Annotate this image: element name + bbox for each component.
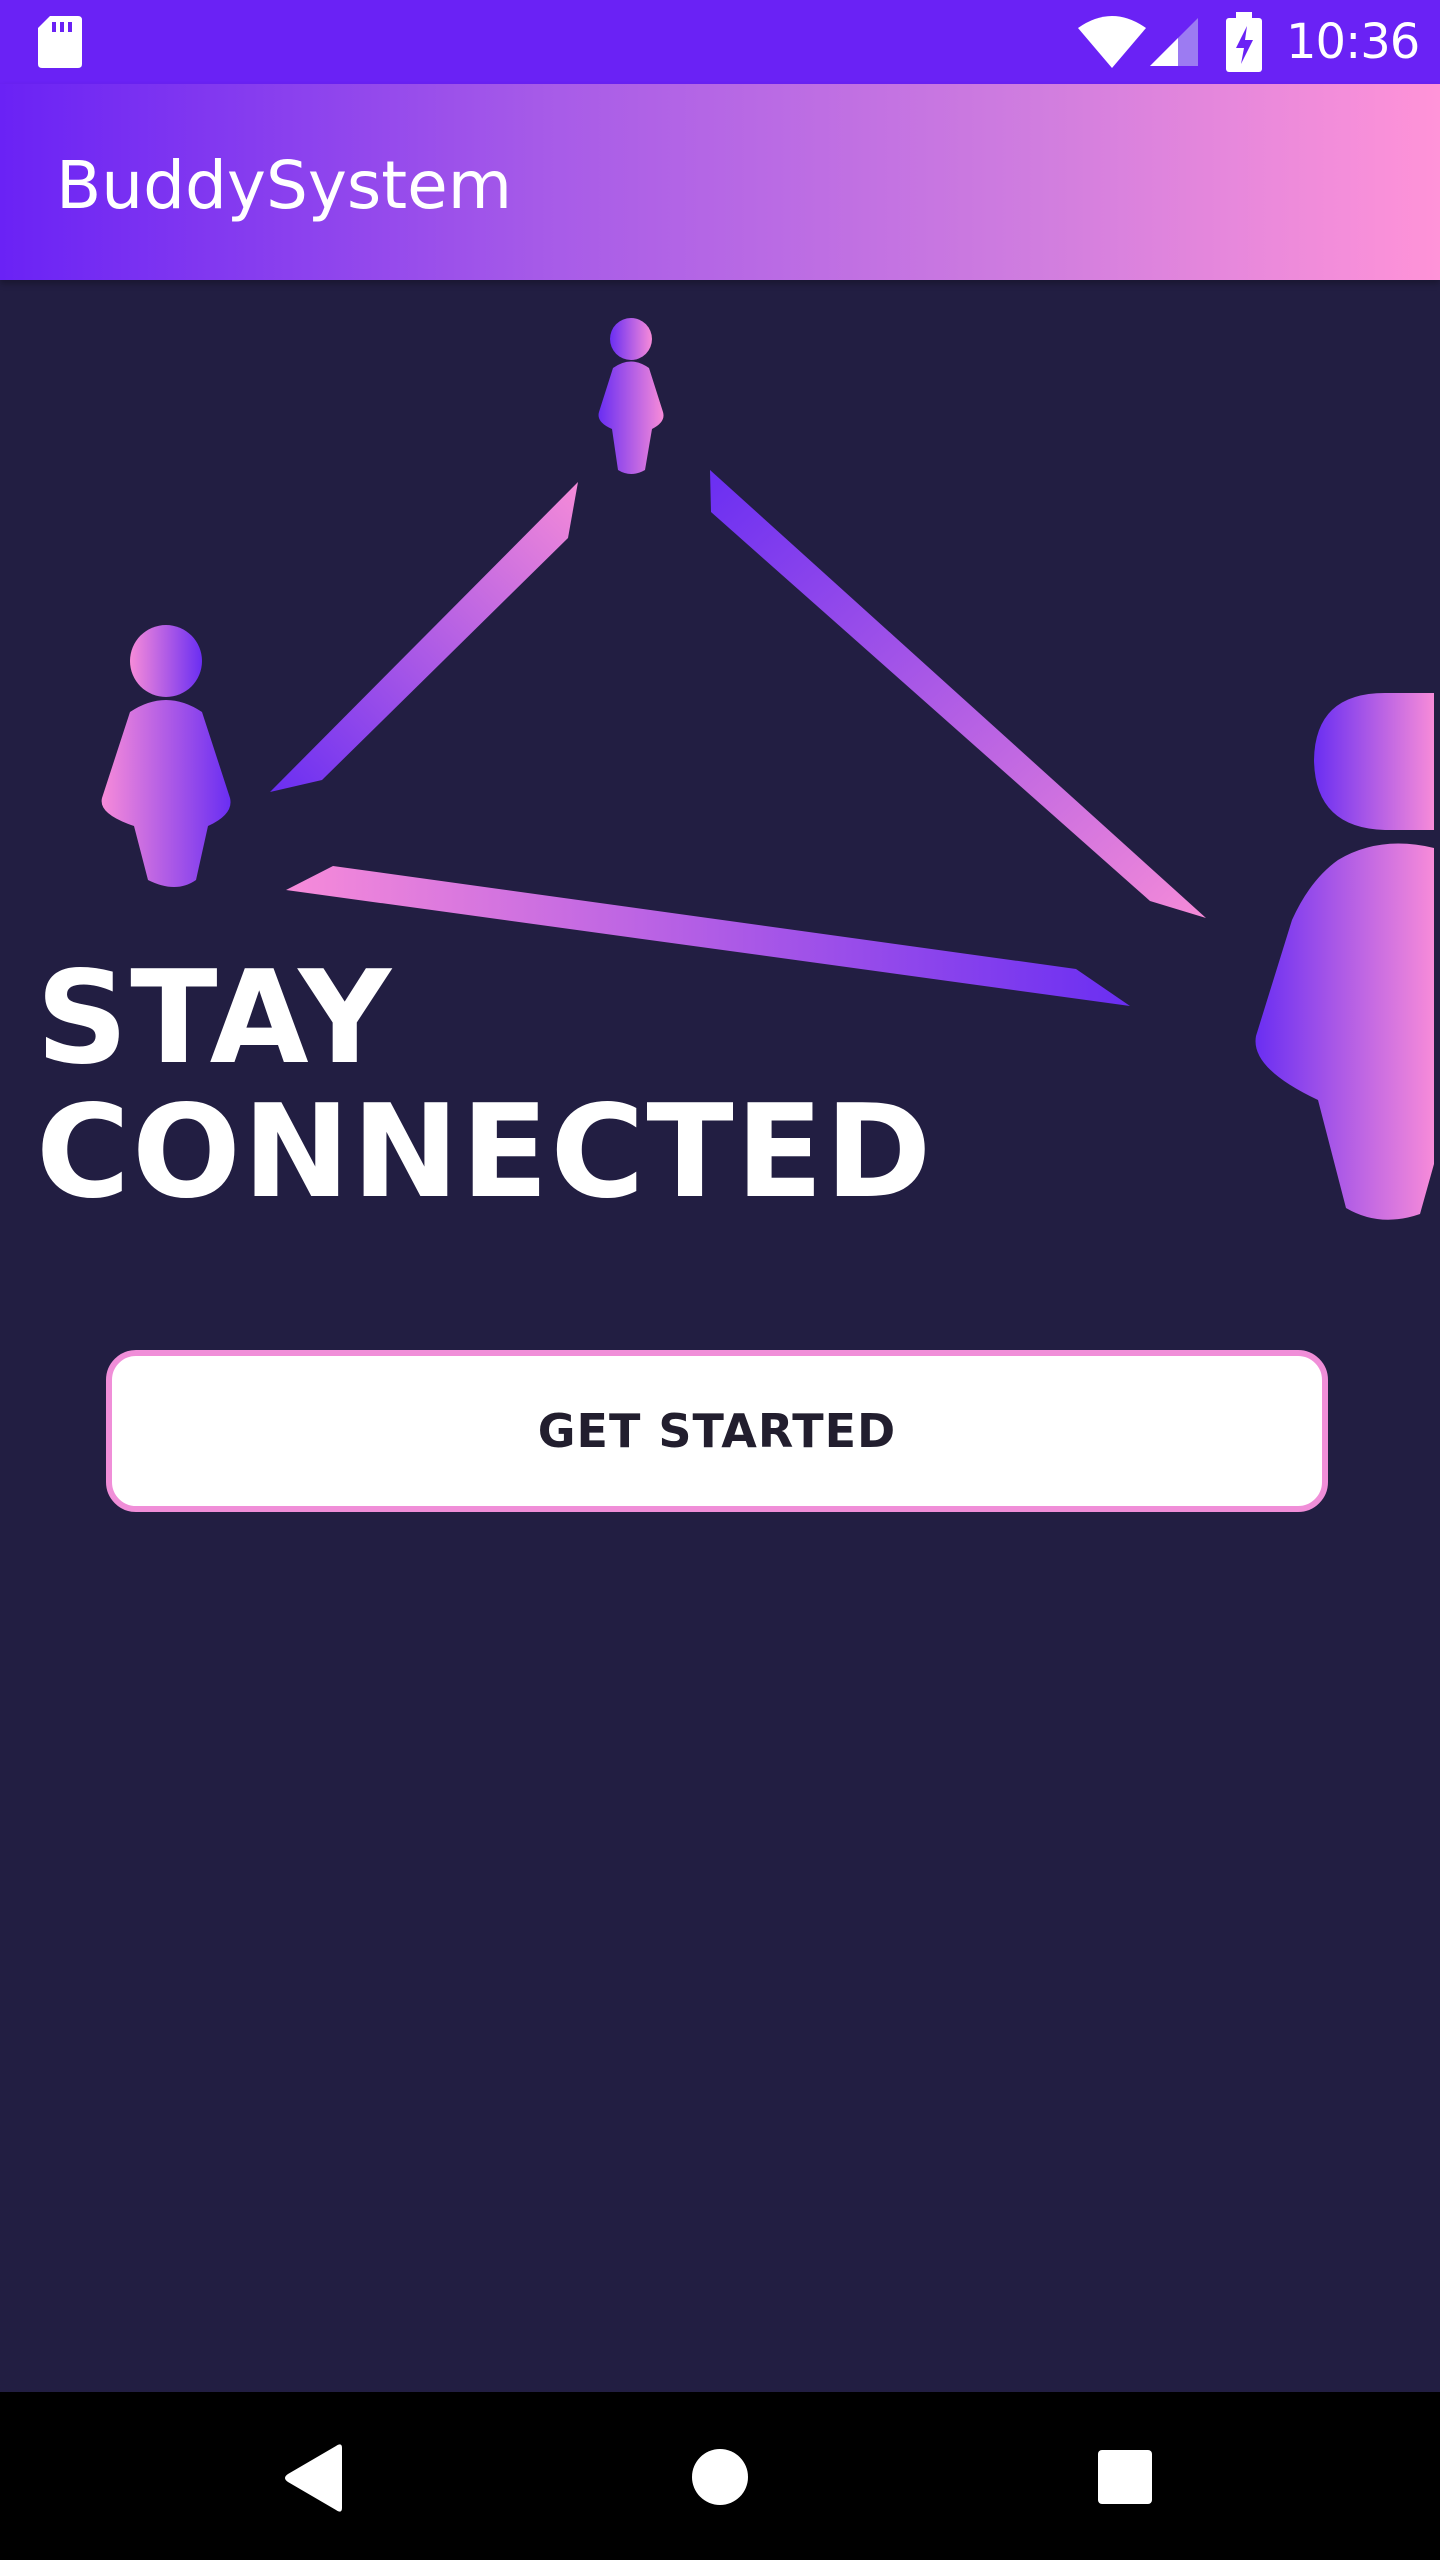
sd-card-icon	[38, 16, 82, 68]
person-left-icon	[101, 625, 231, 887]
status-bar: 10:36	[0, 0, 1440, 84]
app-title: BuddySystem	[56, 147, 513, 224]
recents-icon[interactable]	[1080, 2432, 1170, 2522]
battery-charging-icon	[1226, 12, 1262, 72]
headline: STAY CONNECTED	[36, 952, 933, 1220]
app-bar: BuddySystem	[0, 84, 1440, 280]
home-icon[interactable]	[675, 2432, 765, 2522]
get-started-button[interactable]: GET STARTED	[106, 1350, 1328, 1512]
headline-line-1: STAY	[36, 944, 394, 1093]
back-icon[interactable]	[270, 2432, 360, 2522]
person-top-icon	[598, 318, 664, 474]
person-right-icon	[1255, 693, 1434, 1220]
connection-left	[270, 482, 578, 792]
wifi-icon	[1078, 16, 1146, 68]
status-time: 10:36	[1286, 14, 1420, 70]
cell-signal-icon	[1150, 18, 1198, 66]
connection-right	[710, 470, 1206, 918]
headline-line-2: CONNECTED	[36, 1078, 934, 1227]
navigation-bar	[0, 2392, 1440, 2560]
